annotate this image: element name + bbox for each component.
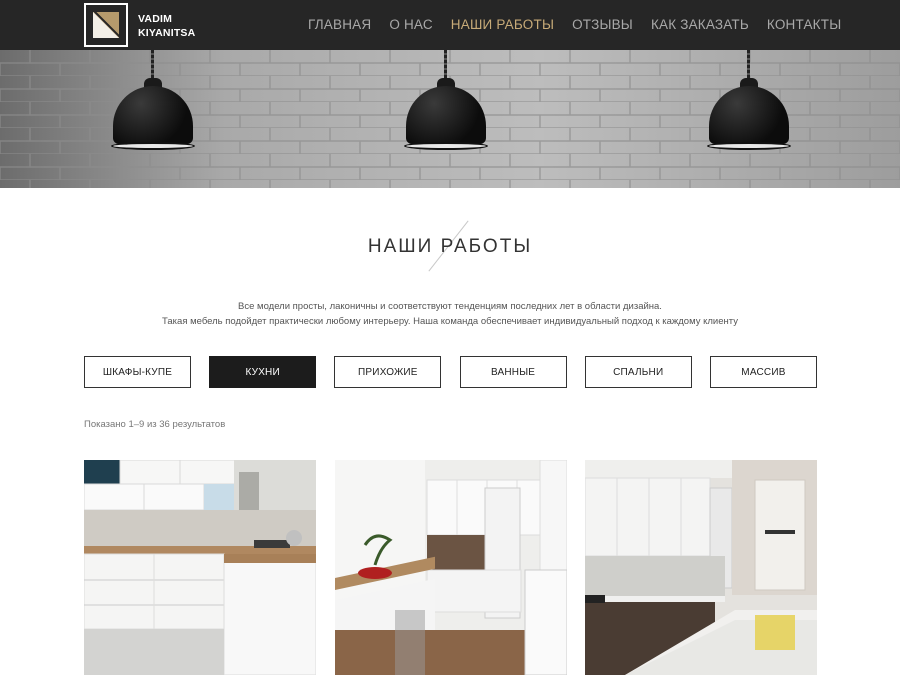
filter-bathrooms-button[interactable]: ВАННЫЕ xyxy=(459,356,567,388)
nav-item-reviews[interactable]: ОТЗЫВЫ xyxy=(572,17,633,32)
intro-line-2: Такая мебель подойдет практически любому… xyxy=(162,316,738,327)
filter-solid-wood-button[interactable]: МАССИВ xyxy=(709,356,817,388)
kitchen-photo-1 xyxy=(84,460,316,675)
kitchen-photo-2 xyxy=(335,460,567,675)
pendant-lamp-2 xyxy=(404,50,488,160)
page-title: НАШИ РАБОТЫ xyxy=(367,236,533,257)
intro-text: Все модели просты, лаконичны и соответст… xyxy=(0,299,900,329)
filter-bedrooms-button[interactable]: СПАЛЬНИ xyxy=(584,356,692,388)
nav-item-home[interactable]: ГЛАВНАЯ xyxy=(308,17,371,32)
logo-mark xyxy=(93,12,119,38)
gallery-item-kitchen-1[interactable] xyxy=(84,460,316,675)
nav-item-how-to-order[interactable]: КАК ЗАКАЗАТЬ xyxy=(651,17,749,32)
filter-wardrobes-button[interactable]: ШКАФЫ-КУПЕ xyxy=(84,356,191,388)
pendant-lamp-1 xyxy=(111,50,195,160)
brand-name[interactable]: VADIM KIYANITSA xyxy=(138,12,195,40)
nav-item-contacts[interactable]: КОНТАКТЫ xyxy=(767,17,841,32)
brand-line-2: KIYANITSA xyxy=(138,27,196,39)
site-header: VADIM KIYANITSA ГЛАВНАЯ О НАС НАШИ РАБОТ… xyxy=(0,0,900,50)
nav-item-about[interactable]: О НАС xyxy=(389,17,432,32)
pendant-lamp-3 xyxy=(707,50,791,160)
results-count: Показано 1–9 из 36 результатов xyxy=(84,419,226,430)
hero-banner xyxy=(0,50,900,188)
main-nav: ГЛАВНАЯ О НАС НАШИ РАБОТЫ ОТЗЫВЫ КАК ЗАК… xyxy=(308,17,859,32)
kitchen-photo-3 xyxy=(585,460,817,675)
brand-line-1: VADIM xyxy=(138,13,173,25)
works-gallery xyxy=(84,460,817,675)
nav-item-our-works[interactable]: НАШИ РАБОТЫ xyxy=(451,17,554,32)
logo-icon[interactable] xyxy=(84,3,128,47)
filter-kitchens-button[interactable]: КУХНИ xyxy=(209,356,317,388)
intro-line-1: Все модели просты, лаконичны и соответст… xyxy=(238,301,662,312)
gallery-item-kitchen-2[interactable] xyxy=(335,460,567,675)
category-filters: ШКАФЫ-КУПЕ КУХНИ ПРИХОЖИЕ ВАННЫЕ СПАЛЬНИ… xyxy=(84,356,817,388)
gallery-item-kitchen-3[interactable] xyxy=(585,460,817,675)
filter-hallways-button[interactable]: ПРИХОЖИЕ xyxy=(334,356,442,388)
